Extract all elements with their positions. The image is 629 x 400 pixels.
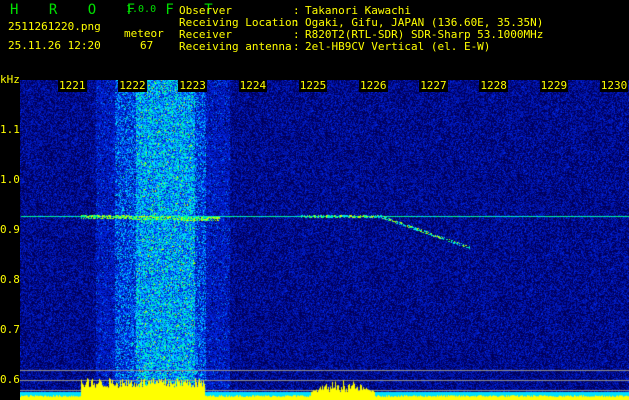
info-label: Receiving antenna <box>179 40 292 53</box>
x-tick-label: 1230 <box>599 79 629 92</box>
file-name: 2511261220.png <box>8 20 101 33</box>
y-tick-label: 1.0 <box>0 173 20 186</box>
y-tick-label: 0.9 <box>0 223 20 236</box>
y-tick-label: 0.8 <box>0 273 20 286</box>
x-tick-label: 1229 <box>539 79 569 92</box>
spectrogram <box>20 80 629 400</box>
x-tick-label: 1224 <box>238 79 268 92</box>
x-tick-label: 1221 <box>58 79 87 92</box>
meteor-count: 67 <box>140 39 154 52</box>
info-value: 2el-HB9CV Vertical (el. E-W) <box>305 40 491 53</box>
x-tick-label: 1225 <box>298 79 328 92</box>
y-tick-label: 1.1 <box>0 123 20 136</box>
x-tick-label: 1226 <box>359 79 388 92</box>
y-tick-label: 0.6 <box>0 373 20 386</box>
file-datetime: 25.11.26 12:20 <box>8 39 101 52</box>
x-tick-label: 1228 <box>479 79 508 92</box>
info-colon: : <box>293 40 300 53</box>
app-version: 1.0.0 <box>126 4 157 15</box>
x-tick-label: 1227 <box>419 79 448 92</box>
y-tick-label: 0.7 <box>0 323 20 336</box>
x-tick-label: 1222 <box>118 79 147 92</box>
x-tick-label: 1223 <box>178 79 207 92</box>
y-axis-unit: kHz <box>0 73 20 86</box>
